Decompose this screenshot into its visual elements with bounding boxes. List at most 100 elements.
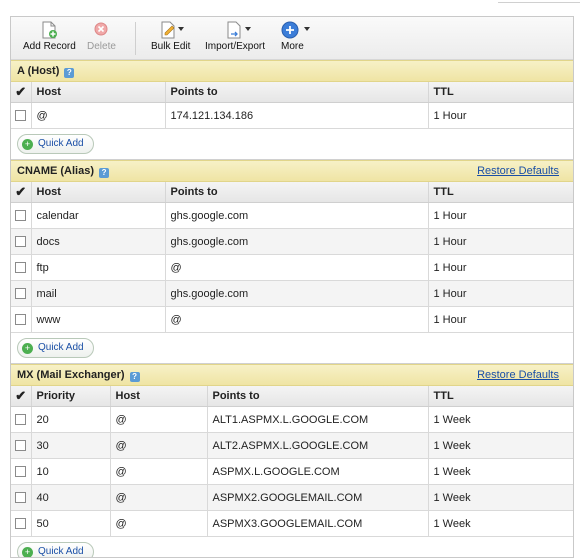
- table-row[interactable]: 50 @ ASPMX3.GOOGLEMAIL.COM 1 Week: [11, 510, 573, 537]
- host-cell: @: [110, 406, 208, 433]
- cname-title: CNAME (Alias): [17, 165, 95, 177]
- delete-label: Delete: [87, 41, 116, 52]
- delete-button[interactable]: Delete: [87, 21, 116, 52]
- dns-manager-panel: Add Record Delete Bulk Edit Import/Expor…: [10, 16, 574, 558]
- host-cell: @: [110, 510, 208, 537]
- cname-header-row: ✔ Host Points to TTL: [11, 182, 573, 203]
- row-checkbox[interactable]: [15, 466, 27, 478]
- host-cell: ftp: [31, 254, 166, 281]
- mx-section-header: MX (Mail Exchanger)? Restore Defaults: [11, 364, 573, 386]
- points-to-cell: ALT2.ASPMX.L.GOOGLE.COM: [207, 432, 429, 459]
- row-checkbox[interactable]: [15, 110, 27, 122]
- a-host-quick-add-button[interactable]: + Quick Add: [17, 134, 94, 154]
- row-checkbox[interactable]: [15, 210, 27, 222]
- check-all-icon: ✔: [15, 184, 27, 199]
- column-header-ttl[interactable]: TTL: [428, 82, 573, 103]
- help-icon[interactable]: ?: [99, 168, 110, 178]
- points-to-cell: ASPMX.L.GOOGLE.COM: [207, 458, 429, 485]
- ttl-cell: 1 Hour: [428, 254, 573, 281]
- bulk-edit-button[interactable]: Bulk Edit: [151, 21, 190, 52]
- priority-cell: 50: [31, 510, 111, 537]
- table-row[interactable]: 20 @ ALT1.ASPMX.L.GOOGLE.COM 1 Week: [11, 406, 573, 433]
- table-row[interactable]: 30 @ ALT2.ASPMX.L.GOOGLE.COM 1 Week: [11, 432, 573, 459]
- quick-add-icon: +: [22, 547, 33, 557]
- help-icon[interactable]: ?: [129, 372, 140, 382]
- ttl-cell: 1 Hour: [428, 306, 573, 333]
- points-to-cell: 174.121.134.186: [165, 102, 429, 129]
- column-header-host[interactable]: Host: [110, 386, 208, 407]
- column-header-points-to[interactable]: Points to: [207, 386, 429, 407]
- points-to-cell: @: [165, 254, 429, 281]
- cname-quick-add-button[interactable]: + Quick Add: [17, 338, 94, 358]
- bulk-edit-icon: [151, 21, 190, 39]
- column-header-host[interactable]: Host: [31, 182, 166, 203]
- import-export-button[interactable]: Import/Export: [205, 21, 265, 52]
- table-row[interactable]: @ 174.121.134.186 1 Hour: [11, 102, 573, 129]
- ttl-cell: 1 Hour: [428, 280, 573, 307]
- select-all-checkbox[interactable]: ✔: [11, 386, 32, 407]
- host-cell: mail: [31, 280, 166, 307]
- quick-add-icon: +: [22, 139, 33, 150]
- column-header-host[interactable]: Host: [31, 82, 166, 103]
- window-edge-line: [498, 0, 580, 3]
- table-row[interactable]: ftp @ 1 Hour: [11, 254, 573, 281]
- points-to-cell: ASPMX2.GOOGLEMAIL.COM: [207, 484, 429, 511]
- points-to-cell: @: [165, 306, 429, 333]
- row-checkbox[interactable]: [15, 414, 27, 426]
- table-row[interactable]: docs ghs.google.com 1 Hour: [11, 228, 573, 255]
- table-row[interactable]: mail ghs.google.com 1 Hour: [11, 280, 573, 307]
- host-cell: www: [31, 306, 166, 333]
- priority-cell: 40: [31, 484, 111, 511]
- toolbar-separator: [135, 22, 136, 55]
- host-cell: @: [110, 484, 208, 511]
- check-all-icon: ✔: [15, 84, 27, 99]
- row-checkbox[interactable]: [15, 314, 27, 326]
- add-record-label: Add Record: [23, 41, 76, 52]
- priority-cell: 30: [31, 432, 111, 459]
- host-cell: @: [31, 102, 166, 129]
- ttl-cell: 1 Week: [428, 432, 573, 459]
- a-host-section-header: A (Host)?: [11, 60, 573, 82]
- table-row[interactable]: calendar ghs.google.com 1 Hour: [11, 202, 573, 229]
- cname-restore-defaults-link[interactable]: Restore Defaults: [477, 161, 559, 181]
- column-header-ttl[interactable]: TTL: [428, 182, 573, 203]
- help-icon[interactable]: ?: [64, 68, 75, 78]
- column-header-priority[interactable]: Priority: [31, 386, 111, 407]
- ttl-cell: 1 Week: [428, 458, 573, 485]
- column-header-points-to[interactable]: Points to: [165, 182, 429, 203]
- select-all-checkbox[interactable]: ✔: [11, 82, 32, 103]
- more-button[interactable]: More: [281, 21, 310, 52]
- toolbar: Add Record Delete Bulk Edit Import/Expor…: [11, 17, 573, 60]
- a-host-title: A (Host): [17, 65, 60, 77]
- priority-cell: 10: [31, 458, 111, 485]
- row-checkbox[interactable]: [15, 440, 27, 452]
- quick-add-label: Quick Add: [38, 342, 84, 353]
- mx-restore-defaults-link[interactable]: Restore Defaults: [477, 365, 559, 385]
- row-checkbox[interactable]: [15, 262, 27, 274]
- ttl-cell: 1 Hour: [428, 102, 573, 129]
- row-checkbox[interactable]: [15, 288, 27, 300]
- points-to-cell: ghs.google.com: [165, 202, 429, 229]
- table-row[interactable]: 10 @ ASPMX.L.GOOGLE.COM 1 Week: [11, 458, 573, 485]
- points-to-cell: ghs.google.com: [165, 280, 429, 307]
- table-row[interactable]: 40 @ ASPMX2.GOOGLEMAIL.COM 1 Week: [11, 484, 573, 511]
- column-header-points-to[interactable]: Points to: [165, 82, 429, 103]
- points-to-cell: ASPMX3.GOOGLEMAIL.COM: [207, 510, 429, 537]
- mx-table: ✔ Priority Host Points to TTL 20 @ ALT1.…: [11, 386, 573, 537]
- host-cell: docs: [31, 228, 166, 255]
- select-all-checkbox[interactable]: ✔: [11, 182, 32, 203]
- row-checkbox[interactable]: [15, 236, 27, 248]
- cname-table: ✔ Host Points to TTL calendar ghs.google…: [11, 182, 573, 333]
- host-cell: @: [110, 458, 208, 485]
- column-header-ttl[interactable]: TTL: [428, 386, 573, 407]
- a-host-header-row: ✔ Host Points to TTL: [11, 82, 573, 103]
- row-checkbox[interactable]: [15, 492, 27, 504]
- ttl-cell: 1 Hour: [428, 228, 573, 255]
- a-host-table: ✔ Host Points to TTL @ 174.121.134.186 1…: [11, 82, 573, 129]
- check-all-icon: ✔: [15, 388, 27, 403]
- table-row[interactable]: www @ 1 Hour: [11, 306, 573, 333]
- mx-quick-add-button[interactable]: + Quick Add: [17, 542, 94, 557]
- add-record-button[interactable]: Add Record: [23, 21, 76, 52]
- import-export-icon: [205, 21, 265, 39]
- row-checkbox[interactable]: [15, 518, 27, 530]
